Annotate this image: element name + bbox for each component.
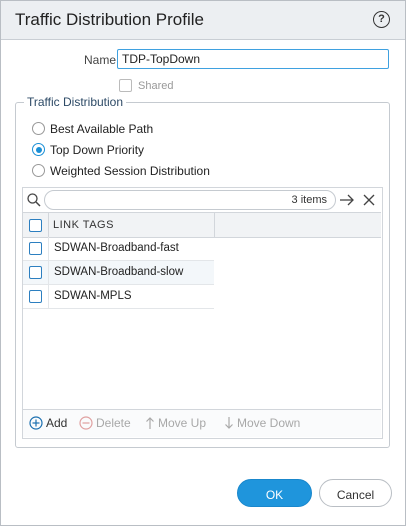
row-checkbox[interactable] bbox=[29, 266, 42, 279]
row-check-cell bbox=[23, 285, 49, 308]
close-icon[interactable] bbox=[362, 193, 376, 207]
move-down-button[interactable]: Move Down bbox=[224, 415, 300, 431]
radio-weighted-session-distribution[interactable]: Weighted Session Distribution bbox=[32, 163, 210, 179]
shared-label: Shared bbox=[138, 79, 174, 92]
move-up-button[interactable]: Move Up bbox=[145, 415, 206, 431]
row-checkbox[interactable] bbox=[29, 242, 42, 255]
radio-button-selected[interactable] bbox=[32, 143, 45, 157]
help-icon[interactable]: ? bbox=[373, 11, 390, 28]
header-check-cell bbox=[23, 213, 49, 237]
select-all-checkbox[interactable] bbox=[29, 219, 42, 232]
radio-label: Weighted Session Distribution bbox=[50, 163, 210, 178]
radio-label: Best Available Path bbox=[50, 121, 154, 136]
radio-button[interactable] bbox=[32, 164, 45, 178]
ok-button[interactable]: OK bbox=[237, 479, 312, 507]
row-check-cell bbox=[23, 237, 49, 260]
radio-label: Top Down Priority bbox=[50, 142, 145, 157]
move-down-label: Move Down bbox=[237, 415, 301, 430]
dialog-titlebar: Traffic Distribution Profile ? bbox=[1, 1, 405, 40]
radio-best-available-path[interactable]: Best Available Path bbox=[32, 121, 153, 137]
minus-circle-icon bbox=[79, 416, 93, 430]
row-label: SDWAN-Broadband-fast bbox=[54, 242, 179, 254]
shared-checkbox-row[interactable]: Shared bbox=[119, 77, 174, 93]
move-up-label: Move Up bbox=[158, 415, 207, 430]
row-label: SDWAN-Broadband-slow bbox=[54, 266, 184, 278]
column-divider[interactable] bbox=[214, 213, 215, 237]
delete-button[interactable]: Delete bbox=[79, 415, 131, 431]
items-count: 3 items bbox=[291, 194, 327, 206]
table-row[interactable]: SDWAN-Broadband-slow bbox=[23, 261, 214, 285]
table-header: LINK TAGS bbox=[23, 212, 381, 238]
search-input[interactable]: 3 items bbox=[44, 190, 336, 210]
traffic-distribution-legend: Traffic Distribution bbox=[24, 95, 127, 109]
delete-label: Delete bbox=[96, 415, 131, 430]
table-row[interactable]: SDWAN-MPLS bbox=[23, 285, 214, 309]
dialog-title: Traffic Distribution Profile bbox=[15, 10, 204, 29]
shared-checkbox[interactable] bbox=[119, 79, 132, 93]
arrow-up-icon bbox=[146, 416, 154, 429]
row-checkbox[interactable] bbox=[29, 290, 42, 303]
plus-circle-icon bbox=[29, 416, 43, 430]
row-label: SDWAN-MPLS bbox=[54, 290, 132, 302]
radio-top-down-priority[interactable]: Top Down Priority bbox=[32, 142, 144, 158]
cancel-button[interactable]: Cancel bbox=[319, 479, 392, 507]
row-check-cell bbox=[23, 261, 49, 284]
name-label: Name bbox=[84, 53, 117, 67]
add-label: Add bbox=[46, 415, 68, 430]
add-button[interactable]: Add bbox=[29, 415, 67, 431]
radio-button[interactable] bbox=[32, 122, 45, 136]
table-row[interactable]: SDWAN-Broadband-fast bbox=[23, 237, 214, 261]
arrow-down-icon bbox=[225, 416, 233, 429]
arrow-right-icon[interactable] bbox=[339, 193, 355, 207]
search-icon bbox=[27, 193, 41, 207]
name-input[interactable] bbox=[117, 49, 389, 69]
column-header-link-tags[interactable]: LINK TAGS bbox=[53, 219, 114, 231]
